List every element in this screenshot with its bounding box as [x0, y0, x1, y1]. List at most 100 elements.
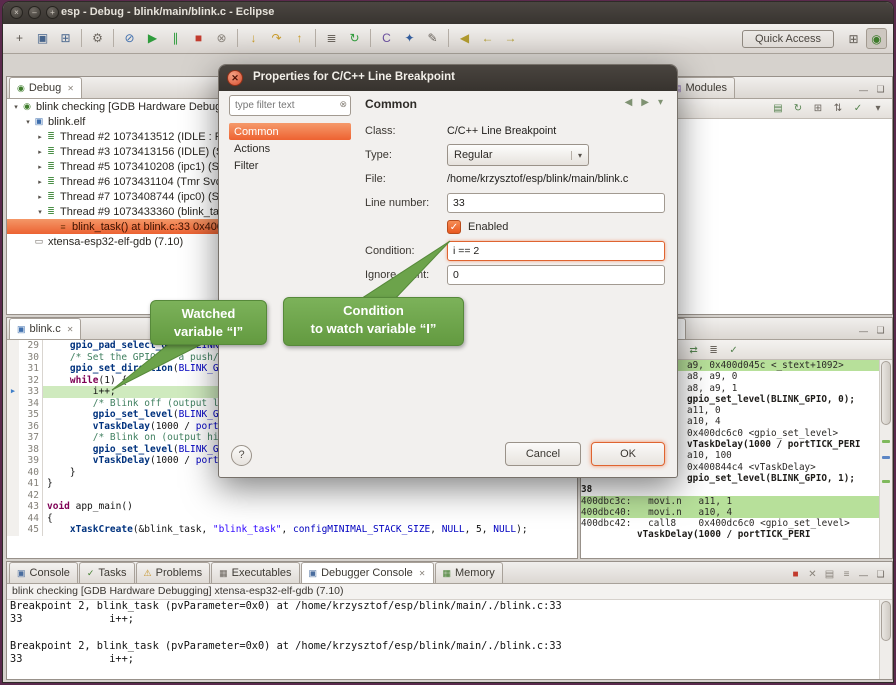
restart-icon[interactable]: ↻ — [344, 28, 365, 49]
scrollbar-thumb[interactable] — [881, 361, 891, 425]
filter-input[interactable] — [229, 95, 351, 116]
dialog-nav-item-common[interactable]: Common — [229, 123, 351, 140]
terminate-icon[interactable]: ■ — [789, 569, 802, 580]
quick-access-button[interactable]: Quick Access — [742, 30, 834, 48]
console-scrollbar[interactable] — [879, 600, 892, 679]
save-all-icon[interactable]: ⊞ — [55, 28, 76, 49]
minimize-icon[interactable]: — — [857, 570, 870, 580]
editor-line[interactable]: 42 — [7, 490, 577, 502]
remove-launch-icon[interactable]: ✕ — [806, 569, 819, 580]
minimize-icon[interactable]: — — [857, 85, 870, 95]
open-perspective-icon[interactable]: ⊞ — [843, 29, 864, 50]
show-source-icon[interactable]: ≣ — [705, 343, 723, 359]
expand-arrow-icon[interactable]: ▾ — [35, 208, 45, 216]
line-number: 36 — [19, 421, 43, 433]
search-icon[interactable]: ✦ — [399, 28, 420, 49]
window-close-button[interactable]: × — [10, 6, 23, 19]
clear-console-icon[interactable]: ▤ — [823, 569, 836, 580]
refresh-icon[interactable]: ↻ — [789, 101, 807, 117]
tab-console[interactable]: ▣Console — [9, 562, 78, 583]
annotations-icon[interactable]: ✎ — [422, 28, 443, 49]
help-button[interactable]: ? — [231, 445, 252, 466]
disassembly-scrollbar[interactable] — [879, 360, 892, 558]
expand-arrow-icon[interactable]: ▸ — [35, 178, 45, 186]
new-c-element-icon[interactable]: C — [376, 28, 397, 49]
close-icon[interactable]: ✕ — [67, 84, 74, 93]
tab-problems[interactable]: ⚠Problems — [136, 562, 211, 583]
expand-arrow-icon[interactable]: ▸ — [35, 193, 45, 201]
expand-arrow-icon[interactable]: ▸ — [35, 133, 45, 141]
pin-icon[interactable]: ✓ — [849, 101, 867, 117]
forward-arrow-icon[interactable]: ▶ — [641, 97, 649, 108]
type-dropdown[interactable]: Regular▾ — [447, 144, 589, 166]
save-icon[interactable]: ▣ — [32, 28, 53, 49]
maximize-icon[interactable]: ❑ — [874, 325, 887, 336]
expand-arrow-icon[interactable]: ▸ — [35, 163, 45, 171]
disconnect-icon[interactable]: ⊗ — [211, 28, 232, 49]
tasks-icon: ✓ — [87, 568, 95, 579]
tab-debugger-console[interactable]: ▣Debugger Console✕ — [301, 562, 434, 583]
expand-arrow-icon[interactable]: ▾ — [11, 103, 21, 111]
step-into-icon[interactable]: ↓ — [243, 28, 264, 49]
show-registers-icon[interactable]: ▤ — [769, 101, 787, 117]
ignore-count-input[interactable]: 0 — [447, 265, 665, 285]
scroll-lock-icon[interactable]: ≡ — [840, 569, 853, 580]
disassembly-line[interactable]: vTaskDelay(1000 / portTICK_PERI — [581, 529, 879, 540]
step-return-icon[interactable]: ↑ — [289, 28, 310, 49]
sync-source-icon[interactable]: ⇄ — [685, 343, 703, 359]
back-arrow-icon[interactable]: ◀ — [625, 97, 633, 108]
chevron-down-icon[interactable]: ▾ — [658, 97, 663, 108]
instruction-stepping-icon[interactable]: ≣ — [321, 28, 342, 49]
terminate-icon[interactable]: ■ — [188, 28, 209, 49]
ok-button[interactable]: OK — [591, 442, 665, 466]
build-icon[interactable]: ⚙ — [87, 28, 108, 49]
maximize-icon[interactable]: ❑ — [874, 569, 887, 580]
tab-executables[interactable]: ▦Executables — [211, 562, 299, 583]
panel-window-controls: — ❑ — [857, 325, 892, 339]
dialog-nav-item-filter[interactable]: Filter — [229, 157, 351, 174]
enabled-checkbox[interactable]: ✓ — [447, 220, 461, 234]
disassembly-line[interactable]: 400dbc40: movi.n a10, 4 — [581, 507, 879, 518]
forward-icon[interactable]: → — [500, 28, 521, 49]
view-menu-icon[interactable]: ▾ — [869, 101, 887, 117]
step-over-icon[interactable]: ↷ — [266, 28, 287, 49]
close-icon[interactable]: ✕ — [67, 325, 74, 334]
suspend-icon[interactable]: ∥ — [165, 28, 186, 49]
editor-line[interactable]: 43void app_main() — [7, 501, 577, 513]
collapse-all-icon[interactable]: ⇅ — [829, 101, 847, 117]
window-minimize-button[interactable]: – — [28, 6, 41, 19]
back-icon[interactable]: ← — [477, 28, 498, 49]
skip-all-breakpoints-icon[interactable]: ⊘ — [119, 28, 140, 49]
tab-blink-c[interactable]: ▣ blink.c ✕ — [9, 318, 81, 339]
last-edit-icon[interactable]: ◀ — [454, 28, 475, 49]
clear-filter-icon[interactable]: ⊗ — [339, 99, 347, 110]
tab-memory[interactable]: ▦Memory — [435, 562, 503, 583]
disassembly-line[interactable]: 400dbc3c: movi.n a11, 1 — [581, 496, 879, 507]
dialog-nav-item-actions[interactable]: Actions — [229, 140, 351, 157]
expand-arrow-icon[interactable]: ▸ — [35, 148, 45, 156]
line-number-input[interactable]: 33 — [447, 193, 665, 213]
editor-ruler — [7, 478, 19, 490]
tab-tasks[interactable]: ✓Tasks — [79, 562, 135, 583]
tab-debug[interactable]: ◉ Debug ✕ — [9, 77, 82, 98]
layout-icon[interactable]: ⊞ — [809, 101, 827, 117]
resume-icon[interactable]: ▶ — [142, 28, 163, 49]
debug-perspective-icon[interactable]: ◉ — [866, 28, 887, 49]
editor-line[interactable]: 45 xTaskCreate(&blink_task, "blink_task"… — [7, 524, 577, 536]
editor-line[interactable]: 41} — [7, 478, 577, 490]
dialog-close-button[interactable]: ✕ — [227, 70, 243, 86]
close-icon[interactable]: ✕ — [419, 569, 426, 578]
minimize-icon[interactable]: — — [857, 326, 870, 336]
window-maximize-button[interactable]: + — [46, 6, 59, 19]
scrollbar-thumb[interactable] — [881, 601, 891, 641]
disassembly-line[interactable]: 400dbc42: call8 0x400dc6c0 <gpio_set_lev… — [581, 518, 879, 529]
expand-arrow-icon[interactable]: ▾ — [23, 118, 33, 126]
disassembly-line[interactable]: 38 — [581, 484, 879, 495]
track-expression-icon[interactable]: ✓ — [725, 343, 743, 359]
new-icon[interactable]: + — [9, 28, 30, 49]
maximize-icon[interactable]: ❑ — [874, 84, 887, 95]
instruction-pointer-icon[interactable]: ▶ — [7, 386, 19, 398]
cancel-button[interactable]: Cancel — [505, 442, 581, 466]
editor-line[interactable]: 44{ — [7, 513, 577, 525]
condition-input[interactable]: i == 2 — [447, 241, 665, 261]
